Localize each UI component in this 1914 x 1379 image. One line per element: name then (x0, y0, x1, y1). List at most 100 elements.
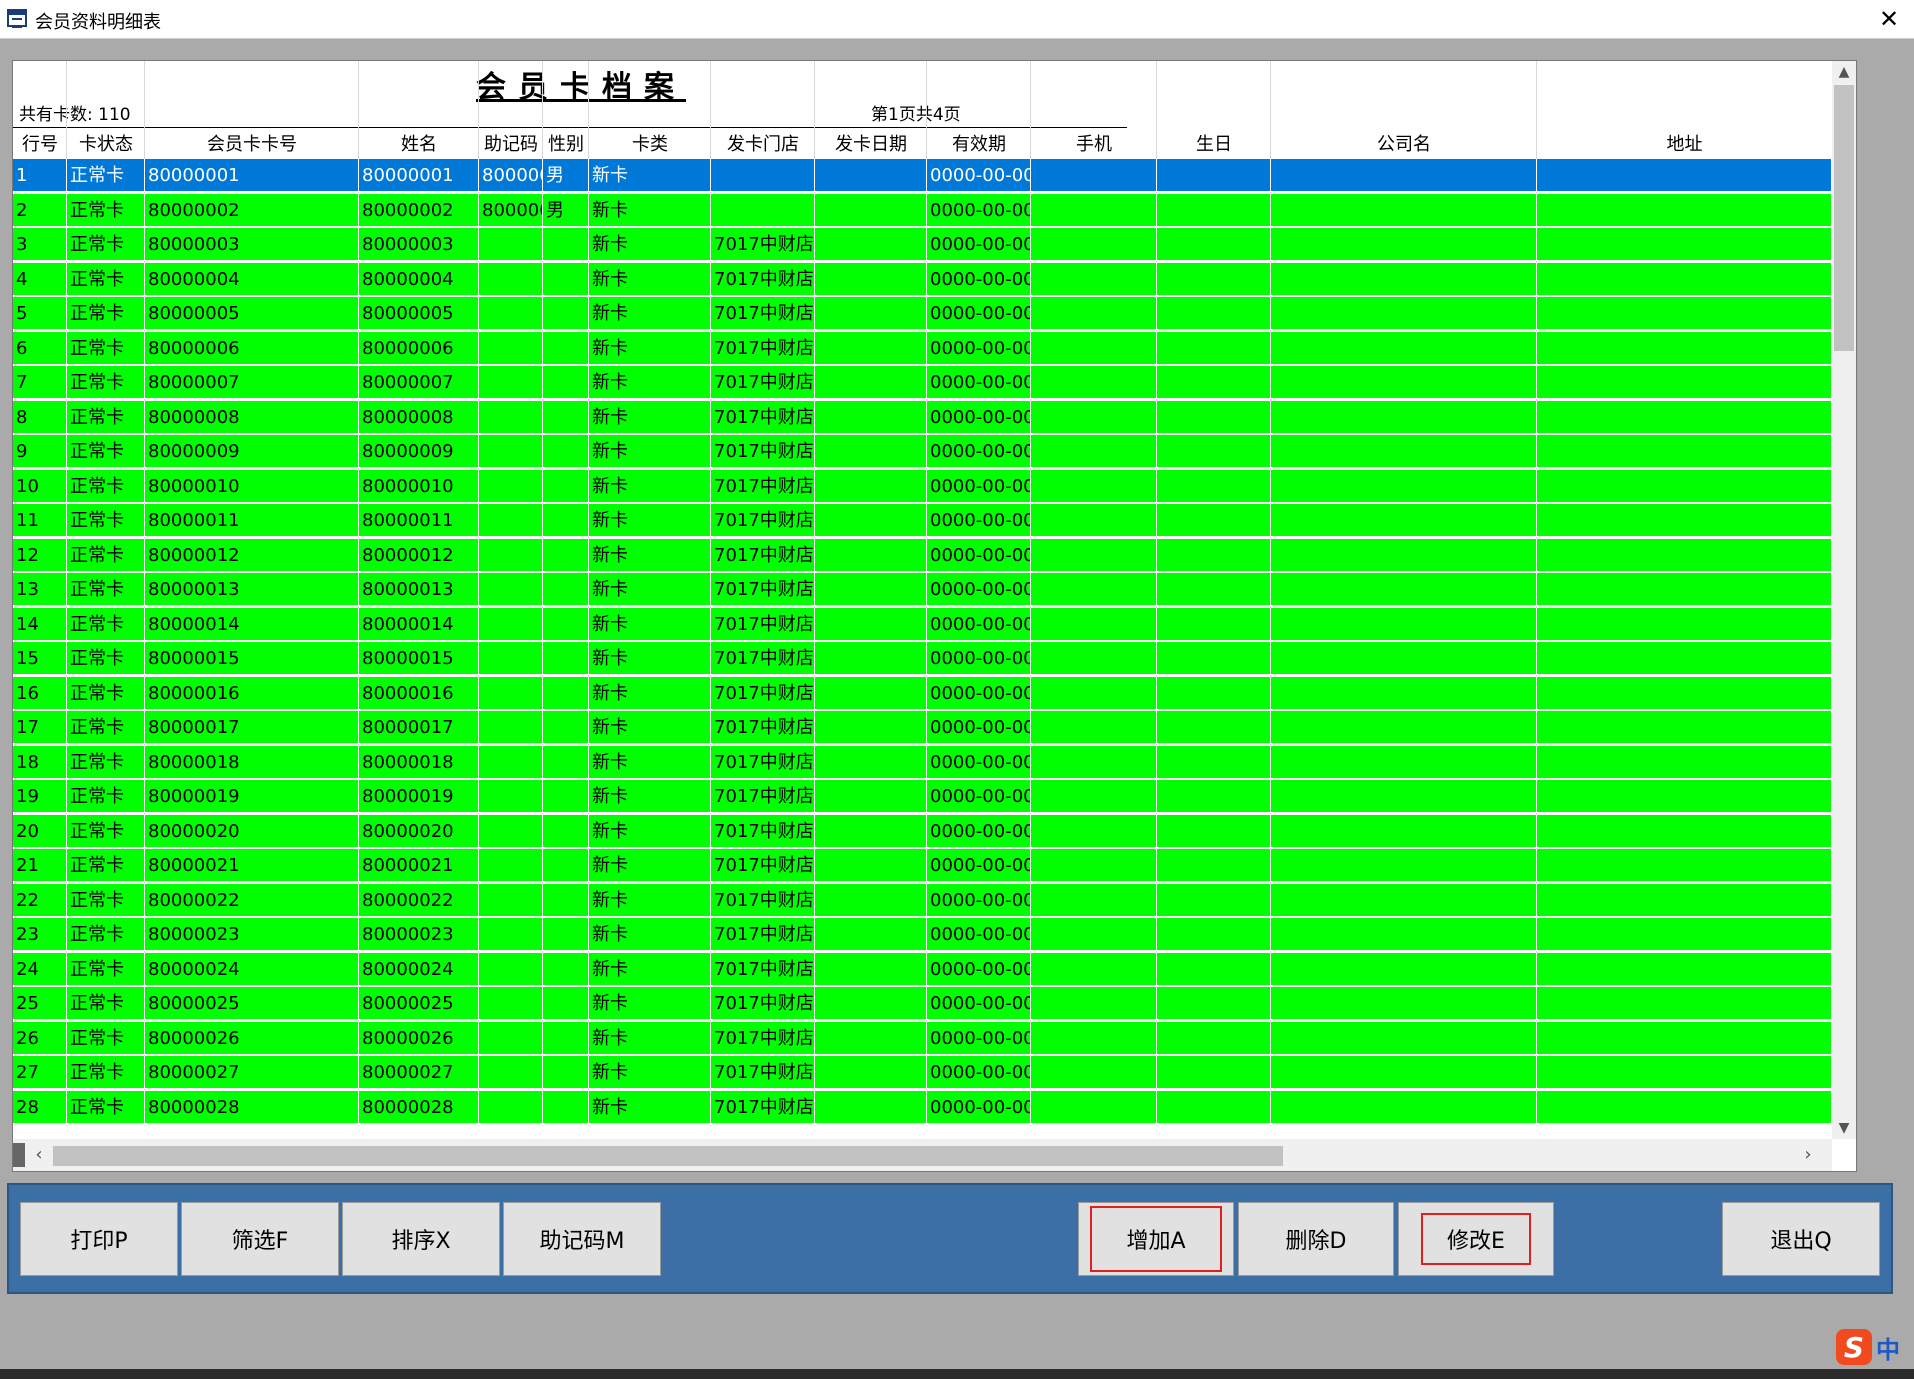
cell-row-number[interactable]: 15 (13, 642, 67, 675)
cell-company-name[interactable] (1271, 711, 1537, 744)
cell-issue-date[interactable] (815, 400, 927, 434)
cell-expiry-date[interactable]: 0000-00-00 (927, 883, 1031, 917)
cell-card-number[interactable]: 80000024 (145, 952, 359, 986)
cell-row-number[interactable]: 9 (13, 435, 67, 468)
cell-name[interactable]: 80000003 (359, 228, 479, 261)
cell-expiry-date[interactable]: 0000-00-00 (927, 538, 1031, 572)
cell-expiry-date[interactable]: 0000-00-00 (927, 573, 1031, 606)
cell-mnemonic[interactable] (479, 952, 543, 986)
cell-issue-date[interactable] (815, 849, 927, 882)
cell-issuing-store[interactable]: 7017中财店 (711, 469, 815, 503)
cell-card-status[interactable]: 正常卡 (67, 331, 145, 365)
cell-mobile[interactable] (1031, 1056, 1157, 1089)
cell-name[interactable]: 80000009 (359, 435, 479, 468)
cell-company-name[interactable] (1271, 159, 1537, 192)
column-header-address[interactable]: 地址 (1537, 129, 1832, 159)
cell-gender[interactable] (543, 676, 589, 710)
cell-address[interactable] (1537, 573, 1832, 606)
cell-card-status[interactable]: 正常卡 (67, 711, 145, 744)
cell-mnemonic[interactable] (479, 676, 543, 710)
cell-gender[interactable] (543, 366, 589, 399)
cell-name[interactable]: 80000005 (359, 297, 479, 330)
cell-card-status[interactable]: 正常卡 (67, 1090, 145, 1124)
cell-mnemonic[interactable] (479, 987, 543, 1020)
cell-card-type[interactable]: 新卡 (589, 1021, 711, 1055)
close-icon[interactable]: ✕ (1864, 0, 1914, 38)
cell-card-type[interactable]: 新卡 (589, 642, 711, 675)
cell-birthday[interactable] (1157, 297, 1271, 330)
cell-card-number[interactable]: 80000025 (145, 987, 359, 1020)
cell-row-number[interactable]: 20 (13, 814, 67, 848)
cell-mobile[interactable] (1031, 504, 1157, 537)
cell-gender[interactable] (543, 262, 589, 296)
cell-card-number[interactable]: 80000015 (145, 642, 359, 675)
cell-mnemonic[interactable] (479, 366, 543, 399)
cell-address[interactable] (1537, 297, 1832, 330)
column-header-row-number[interactable]: 行号 (13, 129, 67, 159)
cell-card-type[interactable]: 新卡 (589, 366, 711, 399)
cell-company-name[interactable] (1271, 228, 1537, 261)
cell-name[interactable]: 80000010 (359, 469, 479, 503)
cell-row-number[interactable]: 26 (13, 1021, 67, 1055)
cell-issuing-store[interactable]: 7017中财店 (711, 987, 815, 1020)
cell-name[interactable]: 80000027 (359, 1056, 479, 1089)
cell-mnemonic[interactable] (479, 849, 543, 882)
cell-card-status[interactable]: 正常卡 (67, 193, 145, 227)
cell-birthday[interactable] (1157, 159, 1271, 192)
cell-issuing-store[interactable]: 7017中财店 (711, 504, 815, 537)
cell-card-number[interactable]: 80000017 (145, 711, 359, 744)
cell-gender[interactable] (543, 331, 589, 365)
cell-card-number[interactable]: 80000009 (145, 435, 359, 468)
cell-mobile[interactable] (1031, 573, 1157, 606)
cell-issuing-store[interactable]: 7017中财店 (711, 780, 815, 813)
cell-address[interactable] (1537, 228, 1832, 261)
cell-mobile[interactable] (1031, 883, 1157, 917)
cell-mobile[interactable] (1031, 849, 1157, 882)
cell-birthday[interactable] (1157, 1090, 1271, 1124)
cell-card-status[interactable]: 正常卡 (67, 745, 145, 779)
table-row[interactable]: 1正常卡8000000180000001800000男新卡0000-00-00 (13, 159, 1856, 192)
column-header-name[interactable]: 姓名 (359, 129, 479, 159)
cell-card-status[interactable]: 正常卡 (67, 297, 145, 330)
cell-card-type[interactable]: 新卡 (589, 780, 711, 813)
cell-row-number[interactable]: 23 (13, 918, 67, 951)
cell-issue-date[interactable] (815, 642, 927, 675)
cell-mnemonic[interactable] (479, 1056, 543, 1089)
cell-card-number[interactable]: 80000010 (145, 469, 359, 503)
cell-company-name[interactable] (1271, 504, 1537, 537)
cell-issue-date[interactable] (815, 1021, 927, 1055)
cell-address[interactable] (1537, 262, 1832, 296)
cell-address[interactable] (1537, 193, 1832, 227)
vertical-scrollbar[interactable]: ▲ ▼ (1832, 61, 1856, 1139)
cell-mobile[interactable] (1031, 159, 1157, 192)
cell-issue-date[interactable] (815, 918, 927, 951)
cell-mnemonic[interactable] (479, 814, 543, 848)
cell-mnemonic[interactable] (479, 331, 543, 365)
cell-card-number[interactable]: 80000006 (145, 331, 359, 365)
cell-row-number[interactable]: 25 (13, 987, 67, 1020)
cell-card-type[interactable]: 新卡 (589, 262, 711, 296)
cell-company-name[interactable] (1271, 642, 1537, 675)
cell-issuing-store[interactable]: 7017中财店 (711, 1090, 815, 1124)
table-row[interactable]: 24 正常卡 80000024 80000024 新卡 7017中财店 0000-00-00 (13, 952, 1856, 986)
cell-row-number[interactable]: 7 (13, 366, 67, 399)
cell-birthday[interactable] (1157, 262, 1271, 296)
table-row[interactable]: 14 正常卡 80000014 80000014 新卡 7017中财店 0000-00-00 (13, 607, 1856, 641)
cell-gender[interactable] (543, 918, 589, 951)
cell-issuing-store[interactable]: 7017中财店 (711, 435, 815, 468)
cell-card-status[interactable]: 正常卡 (67, 849, 145, 882)
table-row[interactable]: 9 正常卡 80000009 80000009 新卡 7017中财店 0000-00-00 (13, 435, 1856, 468)
cell-row-number[interactable]: 28 (13, 1090, 67, 1124)
cell-card-type[interactable]: 新卡 (589, 607, 711, 641)
cell-card-number[interactable]: 80000002 (145, 193, 359, 227)
cell-company-name[interactable] (1271, 331, 1537, 365)
cell-card-status[interactable]: 正常卡 (67, 607, 145, 641)
cell-company-name[interactable] (1271, 297, 1537, 330)
cell-address[interactable] (1537, 952, 1832, 986)
cell-name[interactable]: 80000016 (359, 676, 479, 710)
cell-birthday[interactable] (1157, 676, 1271, 710)
cell-issuing-store[interactable]: 7017中财店 (711, 297, 815, 330)
cell-gender[interactable] (543, 469, 589, 503)
cell-card-number[interactable]: 80000020 (145, 814, 359, 848)
cell-birthday[interactable] (1157, 573, 1271, 606)
